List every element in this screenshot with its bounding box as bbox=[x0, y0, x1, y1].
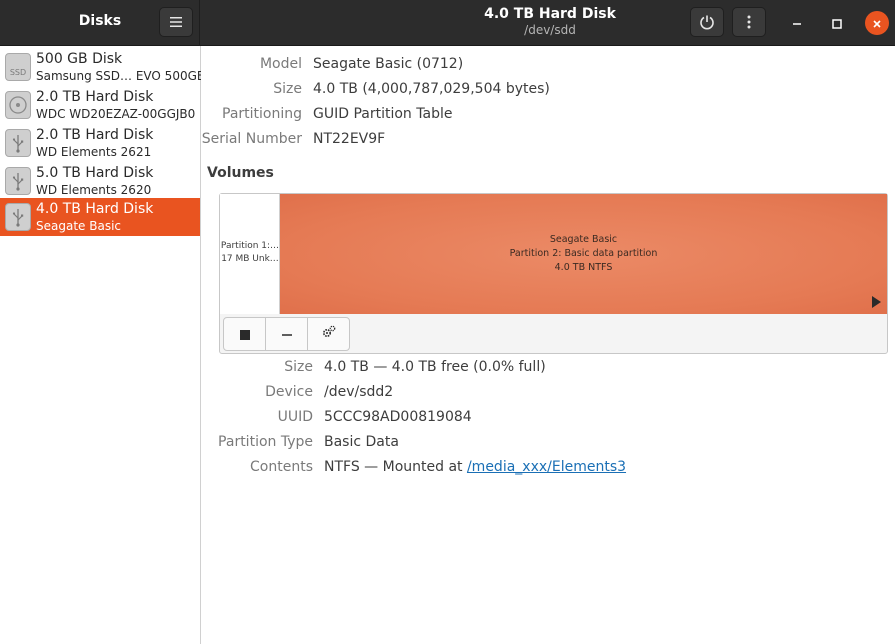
partition-1-size: 17 MB Unk… bbox=[221, 254, 279, 264]
serial-number-value: NT22EV9F bbox=[313, 131, 386, 147]
disk-item-2tb-wd-elements[interactable]: 2.0 TB Hard Disk WD Elements 2621 bbox=[0, 124, 200, 162]
disk-model: WDC WD20EZAZ-00GGJB0 bbox=[36, 107, 196, 121]
disk-device-path: /dev/sdd bbox=[524, 23, 576, 37]
window-title: 4.0 TB Hard Disk /dev/sdd bbox=[400, 6, 700, 38]
volume-map: Partition 1:… 17 MB Unk… Seagate Basic P… bbox=[220, 194, 887, 314]
disk-name: 4.0 TB Hard Disk bbox=[36, 201, 154, 217]
size-label: Size bbox=[273, 81, 302, 97]
delete-partition-button[interactable] bbox=[265, 317, 308, 351]
close-icon bbox=[872, 14, 882, 33]
gears-icon bbox=[321, 324, 337, 344]
contents-text: NTFS — Mounted at bbox=[324, 459, 467, 475]
partition-2-volume-name: Seagate Basic bbox=[549, 234, 618, 245]
disk-name: 500 GB Disk bbox=[36, 51, 123, 67]
uuid-label: UUID bbox=[277, 409, 313, 425]
volume-size-value: 4.0 TB — 4.0 TB free (0.0% full) bbox=[324, 359, 546, 375]
minimize-button[interactable] bbox=[785, 11, 809, 35]
hamburger-icon bbox=[170, 17, 182, 27]
partition-1-block[interactable]: Partition 1:… 17 MB Unk… bbox=[220, 194, 280, 314]
disk-model: Samsung SSD… EVO 500GB bbox=[36, 69, 206, 83]
disk-model: WD Elements 2620 bbox=[36, 183, 152, 197]
disk-name: 2.0 TB Hard Disk bbox=[36, 127, 154, 143]
close-button[interactable] bbox=[865, 11, 889, 35]
uuid-value: 5CCC98AD00819084 bbox=[324, 409, 472, 425]
partitioning-value: GUID Partition Table bbox=[313, 106, 453, 122]
disk-model: Seagate Basic bbox=[36, 219, 121, 233]
stop-icon bbox=[239, 325, 250, 344]
partition-2-label: Seagate Basic Partition 2: Basic data pa… bbox=[280, 233, 887, 275]
model-label: Model bbox=[259, 56, 302, 72]
volume-toolbar bbox=[223, 317, 350, 351]
usb-icon bbox=[5, 129, 31, 157]
disk-item-4tb-seagate[interactable]: 4.0 TB Hard Disk Seagate Basic bbox=[0, 198, 200, 236]
disk-details: Model Seagate Basic (0712) Size 4.0 TB (… bbox=[201, 46, 895, 644]
header-bar: Disks 4.0 TB Hard Disk /dev/sdd bbox=[0, 0, 895, 46]
disk-model: WD Elements 2621 bbox=[36, 145, 152, 159]
contents-label: Contents bbox=[250, 459, 313, 475]
mounted-play-icon bbox=[872, 296, 881, 308]
partition-type-label: Partition Type bbox=[218, 434, 313, 450]
disk-name: 2.0 TB Hard Disk bbox=[36, 89, 154, 105]
partition-1-name: Partition 1:… bbox=[220, 241, 280, 251]
ssd-icon-text: SSD bbox=[9, 68, 27, 77]
disk-item-5tb-wd-elements[interactable]: 5.0 TB Hard Disk WD Elements 2620 bbox=[0, 162, 200, 200]
menu-button[interactable] bbox=[159, 7, 193, 37]
maximize-icon bbox=[832, 14, 842, 33]
partition-type-value: Basic Data bbox=[324, 434, 399, 450]
vertical-dots-icon bbox=[747, 15, 751, 29]
disk-item-2tb-wdc[interactable]: 2.0 TB Hard Disk WDC WD20EZAZ-00GGJB0 bbox=[0, 86, 200, 124]
usb-icon bbox=[5, 203, 31, 231]
partition-2-description: Partition 2: Basic data partition bbox=[509, 248, 658, 259]
partitioning-label: Partitioning bbox=[222, 106, 302, 122]
partition-1-label: Partition 1:… 17 MB Unk… bbox=[220, 240, 280, 266]
power-off-button[interactable] bbox=[690, 7, 724, 37]
disk-name: 5.0 TB Hard Disk bbox=[36, 165, 154, 181]
device-label: Device bbox=[265, 384, 313, 400]
minimize-icon bbox=[792, 14, 802, 33]
volume-size-label: Size bbox=[284, 359, 313, 375]
sidebar-header: Disks bbox=[0, 0, 200, 46]
model-value: Seagate Basic (0712) bbox=[313, 56, 464, 72]
ssd-icon: SSD bbox=[5, 53, 31, 81]
volumes-panel: Partition 1:… 17 MB Unk… Seagate Basic P… bbox=[219, 193, 888, 354]
device-value: /dev/sdd2 bbox=[324, 384, 394, 400]
minus-icon bbox=[281, 325, 293, 344]
partition-2-size-fs: 4.0 TB NTFS bbox=[554, 262, 613, 273]
partition-2-block[interactable]: Seagate Basic Partition 2: Basic data pa… bbox=[280, 194, 887, 314]
partition-options-button[interactable] bbox=[307, 317, 350, 351]
maximize-button[interactable] bbox=[825, 11, 849, 35]
contents-value: NTFS — Mounted at /media_xxx/Elements3 bbox=[324, 459, 626, 475]
drive-options-button[interactable] bbox=[732, 7, 766, 37]
disk-title: 4.0 TB Hard Disk bbox=[484, 6, 616, 22]
hard-disk-icon bbox=[5, 91, 31, 119]
disk-item-500gb[interactable]: SSD 500 GB Disk Samsung SSD… EVO 500GB bbox=[0, 48, 205, 86]
usb-icon bbox=[5, 167, 31, 195]
serial-number-label: Serial Number bbox=[201, 131, 302, 147]
power-icon bbox=[699, 14, 715, 30]
disk-list: SSD 500 GB Disk Samsung SSD… EVO 500GB 2… bbox=[0, 46, 205, 644]
volumes-heading: Volumes bbox=[207, 165, 274, 181]
size-value: 4.0 TB (4,000,787,029,504 bytes) bbox=[313, 81, 550, 97]
unmount-button[interactable] bbox=[223, 317, 266, 351]
mount-point-link[interactable]: /media_xxx/Elements3 bbox=[467, 459, 626, 475]
